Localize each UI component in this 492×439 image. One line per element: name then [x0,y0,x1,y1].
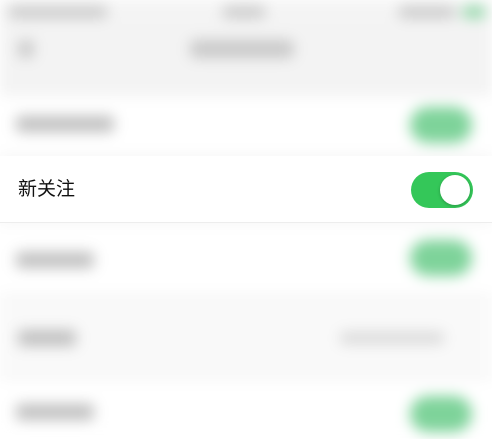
notification-settings-screen: 新关注 [0,0,492,439]
status-bar [0,0,492,24]
toggle-knob [440,175,470,205]
new-follow-toggle[interactable] [411,172,473,208]
blurred-setting-row [0,300,492,374]
blurred-setting-row [0,224,492,294]
setting-label: 新关注 [18,178,76,200]
blurred-setting-row [0,96,492,154]
setting-row-new-follow: 新关注 [0,156,492,223]
nav-header [0,24,492,96]
blurred-setting-row [0,380,492,439]
